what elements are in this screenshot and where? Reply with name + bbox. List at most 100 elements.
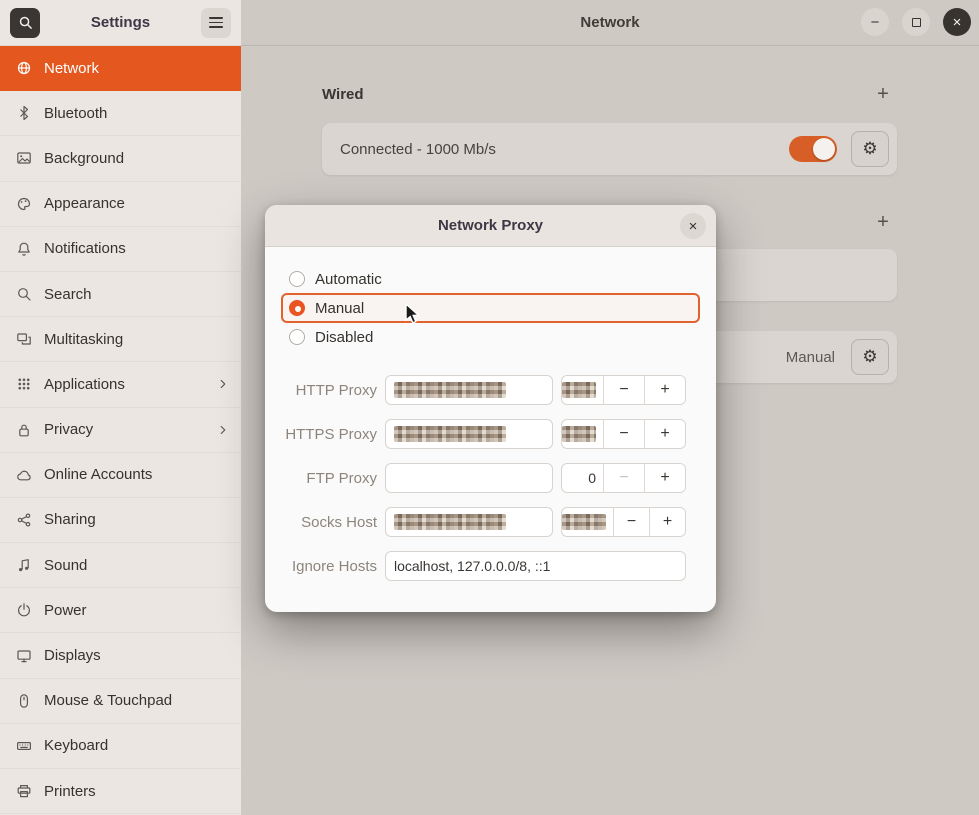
proxy-option-manual[interactable]: Manual: [281, 293, 700, 323]
wired-connection-row[interactable]: Connected - 1000 Mb/s ⚙: [322, 123, 897, 175]
chevron-right-icon: [215, 377, 231, 391]
spinner-value[interactable]: 0: [562, 464, 603, 492]
redacted-value: [562, 382, 596, 398]
proxy-mode-value: Manual: [786, 349, 835, 366]
add-wired-connection-button[interactable]: +: [869, 82, 897, 106]
increment-button[interactable]: +: [644, 376, 685, 404]
http-proxy-input[interactable]: [385, 375, 553, 405]
minimize-icon: −: [871, 14, 880, 31]
multitasking-icon: [16, 331, 32, 347]
wired-settings-button[interactable]: ⚙: [851, 131, 889, 167]
power-icon: [16, 602, 32, 618]
decrement-button[interactable]: −: [603, 420, 644, 448]
sidebar-item-network[interactable]: Network: [0, 46, 241, 91]
sidebar-item-label: Privacy: [44, 421, 203, 438]
radio-checked-icon: [289, 300, 305, 316]
sidebar-item-keyboard[interactable]: Keyboard: [0, 724, 241, 769]
http-port-spinner: − +: [561, 375, 686, 405]
decrement-button[interactable]: −: [603, 376, 644, 404]
spinner-value[interactable]: [562, 508, 613, 536]
sidebar-item-mouse-touchpad[interactable]: Mouse & Touchpad: [0, 679, 241, 724]
sidebar-item-multitasking[interactable]: Multitasking: [0, 317, 241, 362]
maximize-icon: [912, 18, 921, 27]
radio-icon: [289, 271, 305, 287]
sidebar-item-displays[interactable]: Displays: [0, 633, 241, 678]
sidebar-item-sharing[interactable]: Sharing: [0, 498, 241, 543]
sidebar-item-notifications[interactable]: Notifications: [0, 227, 241, 272]
close-button[interactable]: ×: [943, 8, 971, 36]
redacted-value: [562, 426, 596, 442]
magnifier-icon: [16, 286, 32, 302]
search-button[interactable]: [10, 8, 40, 38]
ftp-proxy-row: FTP Proxy 0 − +: [281, 463, 700, 493]
wired-toggle[interactable]: [789, 136, 837, 162]
gear-icon: ⚙: [862, 349, 877, 366]
sidebar-item-printers[interactable]: Printers: [0, 769, 241, 814]
option-label: Automatic: [315, 271, 382, 288]
socks-host-row: Socks Host − +: [281, 507, 700, 537]
decrement-button[interactable]: −: [613, 508, 649, 536]
share-icon: [16, 512, 32, 528]
spinner-value[interactable]: [562, 376, 603, 404]
increment-button[interactable]: +: [644, 420, 685, 448]
sidebar-item-appearance[interactable]: Appearance: [0, 182, 241, 227]
proxy-option-disabled[interactable]: Disabled: [281, 323, 700, 351]
spinner-value[interactable]: [562, 420, 603, 448]
option-label: Manual: [315, 300, 364, 317]
sidebar-header: Settings: [0, 0, 241, 46]
sidebar-item-label: Network: [44, 60, 231, 77]
ignore-hosts-input[interactable]: localhost, 127.0.0.0/8, ::1: [385, 551, 686, 581]
sidebar-item-privacy[interactable]: Privacy: [0, 408, 241, 453]
sidebar-item-online-accounts[interactable]: Online Accounts: [0, 453, 241, 498]
ftp-proxy-input[interactable]: [385, 463, 553, 493]
dialog-close-button[interactable]: ×: [680, 213, 706, 239]
grid-icon: [16, 376, 32, 392]
background-icon: [16, 150, 32, 166]
sidebar-item-label: Background: [44, 150, 231, 167]
http-proxy-row: HTTP Proxy − +: [281, 375, 700, 405]
search-icon: [18, 15, 33, 30]
close-icon: ×: [953, 14, 962, 31]
proxy-option-automatic[interactable]: Automatic: [281, 265, 700, 293]
dialog-title: Network Proxy: [438, 217, 543, 234]
proxy-settings-button[interactable]: ⚙: [851, 339, 889, 375]
sidebar-item-label: Printers: [44, 783, 231, 800]
sidebar-item-sound[interactable]: Sound: [0, 543, 241, 588]
sidebar-item-search[interactable]: Search: [0, 272, 241, 317]
socks-host-input[interactable]: [385, 507, 553, 537]
menu-button[interactable]: [201, 8, 231, 38]
redacted-value: [562, 514, 606, 530]
increment-button[interactable]: +: [649, 508, 685, 536]
sidebar-item-label: Online Accounts: [44, 466, 231, 483]
minimize-button[interactable]: −: [861, 8, 889, 36]
window-controls: − ×: [861, 8, 971, 36]
sidebar-title: Settings: [40, 14, 201, 31]
music-note-icon: [16, 557, 32, 573]
main-headerbar: Network − ×: [241, 0, 979, 46]
sidebar-item-label: Power: [44, 602, 231, 619]
printer-icon: [16, 783, 32, 799]
decrement-button: −: [603, 464, 644, 492]
hamburger-icon: [209, 17, 223, 19]
chevron-right-icon: [215, 423, 231, 437]
sidebar-item-power[interactable]: Power: [0, 588, 241, 633]
monitor-icon: [16, 648, 32, 664]
sidebar-item-background[interactable]: Background: [0, 136, 241, 181]
connection-status: Connected - 1000 Mb/s: [340, 141, 789, 158]
increment-button[interactable]: +: [644, 464, 685, 492]
field-label: FTP Proxy: [281, 470, 377, 487]
appearance-icon: [16, 196, 32, 212]
sidebar-item-label: Search: [44, 286, 231, 303]
sidebar-item-applications[interactable]: Applications: [0, 362, 241, 407]
sidebar-item-label: Appearance: [44, 195, 231, 212]
toggle-knob: [813, 138, 835, 160]
gear-icon: ⚙: [862, 141, 877, 158]
add-section-button[interactable]: +: [869, 210, 897, 234]
https-proxy-input[interactable]: [385, 419, 553, 449]
sidebar-item-bluetooth[interactable]: Bluetooth: [0, 91, 241, 136]
field-label: Ignore Hosts: [281, 558, 377, 575]
dialog-headerbar: Network Proxy ×: [265, 205, 716, 247]
maximize-button[interactable]: [902, 8, 930, 36]
https-proxy-row: HTTPS Proxy − +: [281, 419, 700, 449]
field-label: HTTP Proxy: [281, 382, 377, 399]
